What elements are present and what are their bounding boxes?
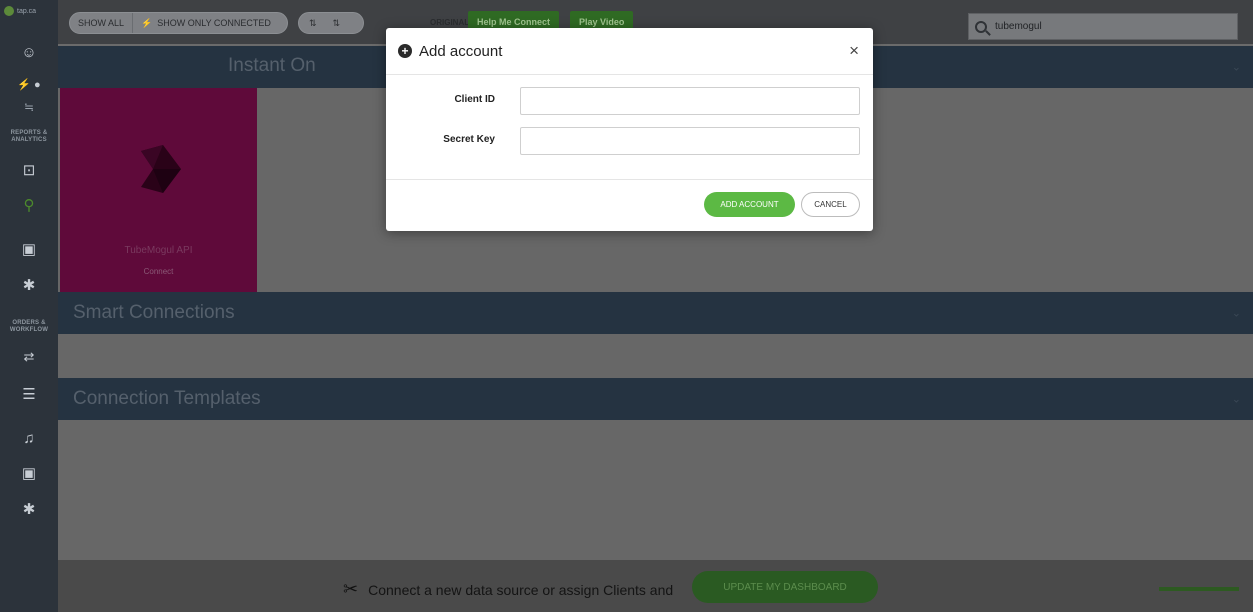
show-only-connected-label: SHOW ONLY CONNECTED <box>157 18 271 28</box>
sidebar: tap.ca ☺ ⚡ ● ≒ REPORTS & ANALYTICS ⊡ ⚲ ▣… <box>0 0 58 612</box>
secret-key-row: Secret Key <box>386 127 873 155</box>
sort-toggle: ⇅ ⇅ <box>298 12 364 34</box>
plug-icon-small: ⚡ <box>141 17 153 28</box>
smart-connections-content <box>58 334 1253 378</box>
chevron-down-icon[interactable]: ⌄ <box>1232 307 1241 320</box>
chevron-down-icon[interactable]: ⌄ <box>1232 61 1241 74</box>
connection-templates-content <box>58 420 1253 560</box>
cancel-button[interactable]: CANCEL <box>801 192 860 217</box>
client-id-label: Client ID <box>454 94 495 105</box>
tile-connect-link[interactable]: Connect <box>60 267 257 276</box>
tubemogul-tile[interactable]: TubeMogul API Connect <box>60 88 257 292</box>
report-icon-2[interactable]: ▣ <box>0 465 58 483</box>
unplug-icon: ✂ <box>343 579 359 599</box>
add-account-modal: + Add account × Client ID Secret Key ADD… <box>386 28 873 231</box>
section-title-smart-connections: Smart Connections <box>73 302 235 323</box>
tubemogul-logo-icon <box>141 145 181 193</box>
filter-toggle: SHOW ALL ⚡ SHOW ONLY CONNECTED <box>69 12 288 34</box>
plus-circle-icon: + <box>398 44 412 58</box>
bottom-bar: ✂ Connect a new data source or assign Cl… <box>58 560 1253 612</box>
show-only-connected-button[interactable]: ⚡ SHOW ONLY CONNECTED <box>133 13 279 33</box>
logo-icon <box>4 6 14 16</box>
modal-header: + Add account × <box>386 28 873 75</box>
add-account-button[interactable]: ADD ACCOUNT <box>704 192 795 217</box>
section-label-orders: ORDERS & WORKFLOW <box>9 320 49 333</box>
update-dashboard-button[interactable]: UPDATE MY DASHBOARD <box>692 571 878 603</box>
section-header-connection-templates[interactable]: Connection Templates ⌄ <box>58 378 1253 420</box>
bottom-right-indicator <box>1159 587 1239 591</box>
client-id-row: Client ID <box>386 87 873 115</box>
chevron-down-icon[interactable]: ⌄ <box>1232 393 1241 406</box>
client-id-input[interactable] <box>520 87 860 115</box>
list-icon[interactable]: ☰ <box>0 386 58 404</box>
gear-icon-2[interactable]: ✱ <box>0 501 58 519</box>
plug-help-icon[interactable]: ⚡ ● <box>0 76 58 94</box>
chart-icon[interactable]: ⊡ <box>0 162 58 180</box>
user-icon[interactable]: ☺ <box>0 44 58 62</box>
app-logo[interactable]: tap.ca <box>4 6 36 16</box>
secret-key-label: Secret Key <box>443 134 495 145</box>
gear-icon[interactable]: ✱ <box>0 277 58 295</box>
logo-text: tap.ca <box>17 7 37 15</box>
section-header-smart-connections[interactable]: Smart Connections ⌄ <box>58 292 1253 334</box>
bell-icon[interactable]: ♫ <box>0 430 58 448</box>
section-title-instant-on: Instant On <box>228 55 316 76</box>
transfer-icon[interactable]: ⇄ <box>0 348 58 366</box>
section-title-connection-templates: Connection Templates <box>73 388 261 409</box>
secret-key-input[interactable] <box>520 127 860 155</box>
search-box[interactable]: tubemogul <box>968 13 1238 40</box>
report-icon[interactable]: ▣ <box>0 241 58 259</box>
search-nav-icon[interactable]: ⚲ <box>0 197 58 215</box>
tile-title: TubeMogul API <box>124 245 193 256</box>
sort-icon[interactable]: ≒ <box>0 98 58 116</box>
modal-title: Add account <box>419 43 503 60</box>
section-label-reports: REPORTS & ANALYTICS <box>10 130 48 143</box>
search-icon <box>975 20 987 33</box>
show-all-button[interactable]: SHOW ALL <box>70 13 134 33</box>
bottom-message: ✂ Connect a new data source or assign Cl… <box>343 579 673 600</box>
sort-az-icon[interactable]: ⇅ <box>309 18 317 29</box>
close-icon[interactable]: × <box>849 41 859 61</box>
bottom-message-text: Connect a new data source or assign Clie… <box>368 581 674 598</box>
modal-footer <box>386 179 873 231</box>
sort-za-icon[interactable]: ⇅ <box>333 18 341 29</box>
search-input[interactable]: tubemogul <box>995 21 1042 32</box>
